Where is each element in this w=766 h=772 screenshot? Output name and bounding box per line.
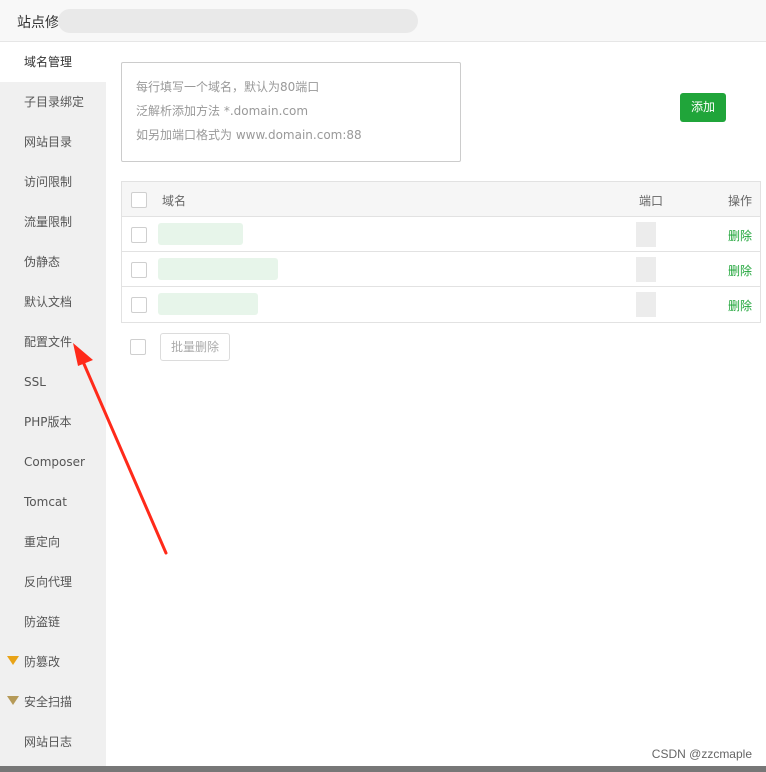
- select-all-checkbox[interactable]: [131, 192, 147, 208]
- blurred-port-cell: [636, 257, 656, 282]
- table-row: 删除: [122, 252, 760, 287]
- sidebar: 域名管理 子目录绑定 网站目录 访问限制 流量限制 伪静态 默认文档 配置文件 …: [0, 42, 106, 767]
- sidebar-item-label: 域名管理: [24, 55, 73, 69]
- blurred-title-region: [58, 9, 418, 33]
- watermark: CSDN @zzcmaple: [651, 747, 752, 761]
- column-header-action: 操作: [727, 194, 752, 208]
- window-title: 站点修: [17, 15, 59, 31]
- sidebar-item-label: 安全扫描: [24, 695, 73, 709]
- sidebar-item-security-scan[interactable]: 安全扫描: [0, 682, 106, 722]
- table-header: 域名 端口 操作: [122, 182, 760, 217]
- sidebar-item-label: 访问限制: [24, 175, 73, 189]
- bulk-select-checkbox[interactable]: [130, 339, 146, 355]
- blurred-domain-cell: [158, 223, 243, 245]
- blurred-port-cell: [636, 222, 656, 247]
- sidebar-item-label: Composer: [24, 455, 85, 469]
- sidebar-item-reverse-proxy[interactable]: 反向代理: [0, 562, 106, 602]
- sidebar-item-label: Tomcat: [24, 495, 67, 509]
- sidebar-item-php-version[interactable]: PHP版本: [0, 402, 106, 442]
- column-header-port: 端口: [639, 194, 664, 208]
- sidebar-item-label: 伪静态: [24, 255, 61, 269]
- sidebar-item-access-restriction[interactable]: 访问限制: [0, 162, 106, 202]
- sidebar-item-label: 网站目录: [24, 135, 73, 149]
- column-header-domain: 域名: [162, 194, 187, 208]
- sidebar-item-domain-management[interactable]: 域名管理: [0, 42, 106, 82]
- domain-input-hint-line: 如另加端口格式为 www.domain.com:88: [136, 128, 362, 142]
- sidebar-item-site-logs[interactable]: 网站日志: [0, 722, 106, 762]
- sidebar-item-label: 流量限制: [24, 215, 73, 229]
- sidebar-item-label: 防盗链: [24, 615, 61, 629]
- sidebar-item-label: 配置文件: [24, 335, 73, 349]
- domain-input-hint-line: 泛解析添加方法 *.domain.com: [136, 104, 309, 118]
- domain-table: 域名 端口 操作 删除 删除 删除: [121, 181, 761, 323]
- sidebar-item-redirect[interactable]: 重定向: [0, 522, 106, 562]
- bulk-delete-button[interactable]: 批量删除: [160, 333, 230, 361]
- blurred-port-cell: [636, 292, 656, 317]
- sidebar-item-composer[interactable]: Composer: [0, 442, 106, 482]
- bottom-edge-bar: [0, 766, 766, 772]
- sidebar-item-tomcat[interactable]: Tomcat: [0, 482, 106, 522]
- sidebar-item-default-document[interactable]: 默认文档: [0, 282, 106, 322]
- sidebar-item-label: SSL: [24, 375, 46, 389]
- delete-link[interactable]: 删除: [728, 227, 752, 244]
- domain-input-textarea[interactable]: 每行填写一个域名，默认为80端口 泛解析添加方法 *.domain.com 如另…: [121, 62, 461, 162]
- gem-icon: [7, 656, 19, 665]
- sidebar-item-site-directory[interactable]: 网站目录: [0, 122, 106, 162]
- delete-link[interactable]: 删除: [728, 262, 752, 279]
- sidebar-item-subdirectory-binding[interactable]: 子目录绑定: [0, 82, 106, 122]
- sidebar-item-label: 防篡改: [24, 655, 61, 669]
- sidebar-item-label: 反向代理: [24, 575, 73, 589]
- sidebar-item-traffic-limit[interactable]: 流量限制: [0, 202, 106, 242]
- sidebar-item-rewrite[interactable]: 伪静态: [0, 242, 106, 282]
- row-checkbox[interactable]: [131, 262, 147, 278]
- row-checkbox[interactable]: [131, 227, 147, 243]
- blurred-domain-cell: [158, 258, 278, 280]
- table-row: 删除: [122, 217, 760, 252]
- sidebar-item-hotlink-protection[interactable]: 防盗链: [0, 602, 106, 642]
- sidebar-item-label: 子目录绑定: [24, 95, 85, 109]
- table-row: 删除: [122, 287, 760, 322]
- sidebar-item-label: 默认文档: [24, 295, 73, 309]
- sidebar-item-label: 网站日志: [24, 735, 73, 749]
- window-titlebar: 站点修: [0, 0, 766, 42]
- sidebar-item-label: 重定向: [24, 535, 61, 549]
- blurred-domain-cell: [158, 293, 258, 315]
- sidebar-item-ssl[interactable]: SSL: [0, 362, 106, 402]
- delete-link[interactable]: 删除: [728, 297, 752, 314]
- domain-input-hint-line: 每行填写一个域名，默认为80端口: [136, 80, 320, 94]
- sidebar-item-tamper-proof[interactable]: 防篡改: [0, 642, 106, 682]
- add-domain-button[interactable]: 添加: [680, 93, 726, 122]
- sidebar-item-config-file[interactable]: 配置文件: [0, 322, 106, 362]
- gem-icon: [7, 696, 19, 705]
- sidebar-item-label: PHP版本: [24, 415, 72, 429]
- row-checkbox[interactable]: [131, 297, 147, 313]
